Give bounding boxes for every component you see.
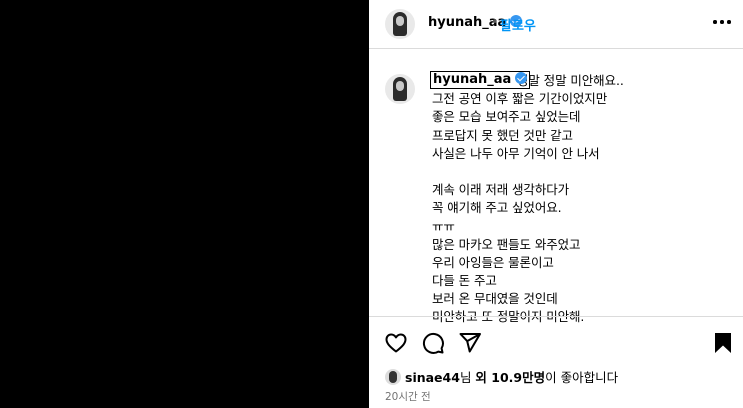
comment-icon[interactable] (421, 331, 445, 355)
caption-line: ㅠㅠ (432, 218, 455, 234)
post-view: hyunah_aa • 팔로우 정말 정말 미안해요.. 그전 공연 이후 짧은… (0, 0, 743, 408)
author-avatar[interactable] (385, 9, 415, 39)
bookmark-icon[interactable] (711, 331, 735, 355)
post-timestamp[interactable]: 20시간 전 (385, 389, 431, 404)
verified-badge-icon (515, 72, 528, 84)
likes-summary: sinae44님 외 10.9만명이 좋아합니다 (385, 367, 618, 386)
caption-line: 프로답지 못 했던 것만 같고 (432, 127, 573, 143)
share-icon[interactable] (458, 331, 482, 355)
likes-text-suffix: 이 좋아합니다 (545, 370, 619, 385)
heart-icon[interactable] (384, 331, 408, 355)
likes-count-link[interactable]: 외 10.9만명 (475, 370, 545, 385)
liker-username[interactable]: sinae44 (405, 370, 460, 385)
caption-line: 다들 돈 주고 (432, 273, 497, 289)
follow-button[interactable]: 팔로우 (500, 15, 536, 34)
caption-line: 계속 이래 저래 생각하다가 (432, 182, 570, 198)
caption-area: 정말 정말 미안해요.. 그전 공연 이후 짧은 기간이었지만 좋은 모습 보여… (369, 48, 743, 324)
post-media[interactable] (0, 0, 369, 408)
caption-line: 꼭 얘기해 주고 싶었어요. (432, 200, 562, 216)
caption-line: 사실은 나두 아무 기억이 안 나서 (432, 145, 600, 161)
post-side-panel: hyunah_aa • 팔로우 정말 정말 미안해요.. 그전 공연 이후 짧은… (369, 0, 743, 408)
caption-line: 그전 공연 이후 짧은 기간이었지만 (432, 91, 608, 107)
separator-dot: • (491, 15, 499, 30)
more-options-icon[interactable] (713, 19, 731, 25)
caption-line: 우리 아잉들은 물론이고 (432, 254, 554, 270)
caption-username[interactable]: hyunah_aa (433, 72, 511, 87)
liker-avatar[interactable] (385, 369, 401, 385)
caption-line (432, 163, 732, 181)
caption-username-link[interactable]: hyunah_aa (430, 71, 531, 89)
likes-text-mid: 님 (459, 370, 476, 385)
caption-text: 정말 정말 미안해요.. 그전 공연 이후 짧은 기간이었지만 좋은 모습 보여… (432, 72, 732, 327)
caption-author-avatar[interactable] (385, 74, 415, 104)
caption-line: 좋은 모습 보여주고 싶었는데 (432, 109, 581, 125)
post-header: hyunah_aa • 팔로우 (369, 0, 743, 49)
caption-line: 많은 마카오 팬들도 와주었고 (432, 236, 581, 252)
caption-line: 보러 온 무대였을 것인데 (432, 291, 558, 307)
action-bar (369, 316, 743, 367)
